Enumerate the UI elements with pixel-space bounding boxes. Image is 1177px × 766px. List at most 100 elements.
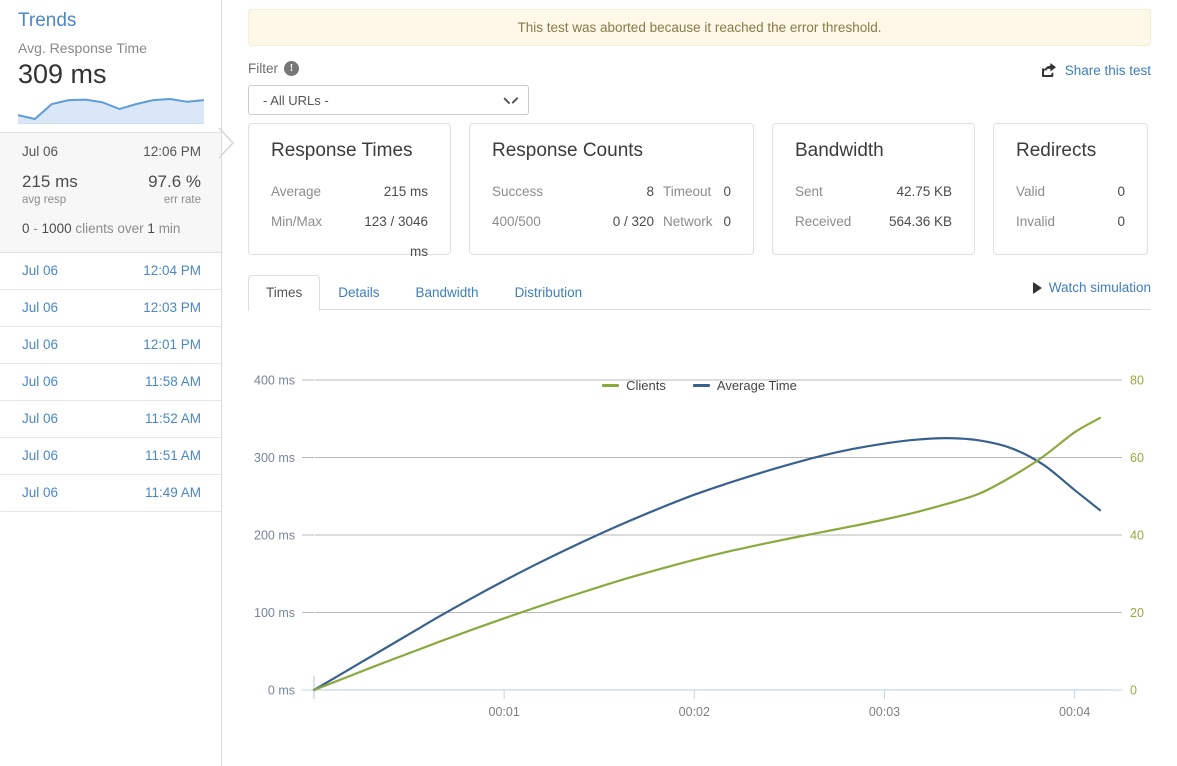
app-root: Trends Avg. Response Time 309 ms Jul 06 … — [0, 0, 1177, 766]
row-key: Average — [271, 184, 322, 199]
sparkline-chart — [17, 97, 205, 124]
card-title: Response Times — [271, 140, 413, 161]
chart-legend: Clients Average Time — [222, 378, 1177, 393]
trend-list-item[interactable]: Jul 06 12:03 PM — [0, 290, 221, 327]
watch-simulation-link[interactable]: Watch simulation — [1032, 280, 1151, 295]
right-axis-tick-label: 40 — [1130, 529, 1144, 543]
row-value-secondary: 0 — [723, 184, 732, 199]
row-key: Valid — [1016, 184, 1046, 199]
chevron-down-icon — [505, 97, 516, 104]
row-key-secondary: Timeout — [662, 184, 712, 199]
card-row: Received 564.36 KB — [795, 207, 952, 237]
series-line-clients — [312, 416, 1102, 692]
clients-duration-unit: min — [158, 221, 181, 236]
card-row: Success 8 Timeout 0 — [492, 177, 731, 207]
right-axis-tick-label: 60 — [1130, 451, 1144, 465]
clients-from: 0 — [22, 221, 30, 236]
tab-bandwidth[interactable]: Bandwidth — [398, 275, 497, 310]
row-value: 564.36 KB — [888, 214, 952, 229]
row-value: 215 ms — [383, 184, 428, 199]
times-line-chart: 00:01 00:02 00:03 00:04 0 ms 100 ms 200 ms 300 … — [254, 374, 1144, 720]
filter-label-group: Filter ! — [248, 59, 1151, 77]
left-axis-tick-label: 200 ms — [254, 529, 295, 543]
legend-item: Clients — [602, 378, 666, 393]
row-value: 8 — [646, 184, 654, 199]
x-axis-tick-label: 00:01 — [489, 705, 520, 719]
row-value: 42.75 KB — [896, 184, 952, 199]
clients-ramp-summary: 0 - 1000 clients over 1 min — [22, 219, 201, 238]
trend-time: 12:03 PM — [143, 300, 201, 315]
trend-list-item[interactable]: Jul 06 11:51 AM — [0, 438, 221, 475]
card-row: 400/500 0 / 320 Network 0 — [492, 207, 731, 237]
err-rate-label: err rate — [163, 194, 201, 206]
avg-resp-metric: 215 ms avg resp — [22, 171, 78, 208]
main-content: This test was aborted because it reached… — [222, 0, 1177, 766]
trend-list: Jul 06 12:06 PM 215 ms avg resp 97.6 % e… — [0, 132, 221, 512]
trend-date: Jul 06 — [22, 263, 59, 278]
legend-item: Average Time — [692, 378, 797, 393]
chart-tabs-bar: Times Details Bandwidth Distribution Watch … — [248, 275, 1151, 311]
row-value: 123 / 3046 ms — [364, 214, 428, 259]
trend-date: Jul 06 — [22, 300, 59, 315]
card-title: Response Counts — [492, 140, 644, 161]
alert-banner: This test was aborted because it reached… — [248, 9, 1151, 46]
trend-date: Jul 06 — [22, 144, 59, 159]
watch-simulation-label: Watch simulation — [1048, 280, 1151, 295]
card-title: Redirects — [1016, 140, 1097, 161]
clients-over-text: clients over — [75, 221, 144, 236]
row-key: Min/Max — [271, 214, 323, 229]
trend-time: 11:49 AM — [144, 485, 201, 500]
url-filter-select[interactable]: - All URLs - — [248, 85, 529, 115]
row-value: 0 / 320 — [612, 214, 654, 229]
trend-list-item[interactable]: Jul 06 12:04 PM — [0, 253, 221, 290]
stat-cards: Response Times Average 215 ms Min/Max 12… — [248, 123, 1151, 259]
card-response-counts: Response Counts Success 8 Timeout 0 400/… — [469, 123, 754, 255]
trend-list-item[interactable]: Jul 06 11:52 AM — [0, 401, 221, 438]
card-row: Min/Max 123 / 3046 ms — [271, 207, 428, 267]
trends-metric-value: 309 ms — [18, 59, 107, 89]
card-response-times: Response Times Average 215 ms Min/Max 12… — [248, 123, 451, 259]
trend-date: Jul 06 — [22, 411, 59, 426]
left-axis-tick-label: 100 ms — [254, 606, 295, 620]
share-icon — [1041, 63, 1056, 77]
trend-time: 12:04 PM — [143, 263, 201, 278]
page-title: Trends — [18, 10, 77, 31]
right-axis-tick-label: 20 — [1130, 606, 1144, 620]
avg-resp-label: avg resp — [22, 194, 67, 206]
trend-time: 12:01 PM — [143, 337, 201, 352]
filter-row: Filter ! - All URLs - Share this test — [248, 59, 1151, 117]
tab-distribution[interactable]: Distribution — [497, 275, 601, 310]
err-rate-value: 97.6 % — [148, 172, 201, 191]
card-row: Average 215 ms — [271, 177, 428, 207]
tab-details[interactable]: Details — [320, 275, 397, 310]
trend-list-item-selected[interactable]: Jul 06 12:06 PM 215 ms avg resp 97.6 % e… — [0, 133, 221, 253]
row-key: Sent — [795, 184, 823, 199]
series-line-average-time — [312, 437, 1102, 692]
avg-resp-value: 215 ms — [22, 172, 78, 191]
row-key: Success — [492, 184, 544, 199]
share-label: Share this test — [1064, 63, 1151, 78]
row-key-secondary: Network — [662, 214, 713, 229]
card-bandwidth: Bandwidth Sent 42.75 KB Received 564.36 … — [772, 123, 975, 255]
row-value: 0 — [1117, 214, 1125, 229]
card-row: Sent 42.75 KB — [795, 177, 952, 207]
row-value-secondary: 0 — [723, 214, 732, 229]
x-axis-tick-label: 00:04 — [1059, 705, 1090, 719]
card-title: Bandwidth — [795, 140, 884, 161]
row-key: 400/500 — [492, 214, 541, 229]
trend-list-item[interactable]: Jul 06 11:58 AM — [0, 364, 221, 401]
trend-list-item[interactable]: Jul 06 12:01 PM — [0, 327, 221, 364]
left-axis-tick-label: 0 ms — [268, 684, 295, 698]
clients-to: 1000 — [41, 221, 72, 236]
tab-times[interactable]: Times — [248, 275, 321, 311]
trend-list-item[interactable]: Jul 06 11:49 AM — [0, 475, 221, 512]
trend-time: 11:51 AM — [144, 448, 201, 463]
clients-duration: 1 — [147, 221, 155, 236]
x-axis-tick-label: 00:03 — [869, 705, 900, 719]
right-axis-tick-label: 0 — [1130, 684, 1137, 698]
trend-date: Jul 06 — [22, 374, 59, 389]
share-this-test-link[interactable]: Share this test — [1041, 63, 1151, 78]
x-axis-tick-label: 00:02 — [679, 705, 710, 719]
trend-items-container: Jul 06 12:04 PM Jul 06 12:03 PM Jul 06 12:01 … — [0, 253, 221, 512]
play-icon — [1032, 281, 1042, 294]
